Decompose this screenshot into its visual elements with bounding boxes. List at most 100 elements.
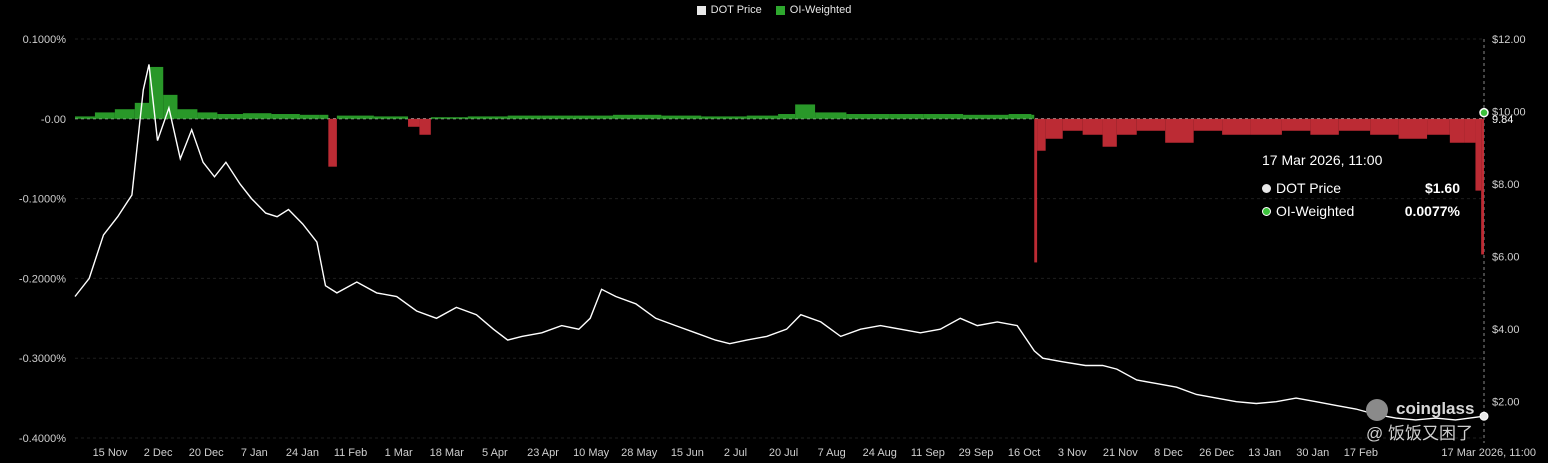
oi-weighted-bar xyxy=(778,114,796,119)
oi-weighted-bar xyxy=(1427,118,1450,135)
left-tick-label: -0.4000% xyxy=(19,433,66,445)
oi-weighted-bar xyxy=(1370,118,1399,135)
right-tick-label: $8.00 xyxy=(1492,179,1520,191)
x-tick-label: 28 May xyxy=(621,447,658,459)
chart-canvas[interactable]: 0.1000% -0.00 -0.1000% -0.2000% -0.3000% -0.4… xyxy=(0,0,1548,463)
oi-weighted-bar xyxy=(1116,118,1137,135)
x-tick-label: 20 Dec xyxy=(189,447,224,459)
tooltip-row-oi-weighted: OI-Weighted 0.0077% xyxy=(1262,203,1460,219)
oi-weighted-bar xyxy=(815,112,847,119)
oi-weighted-bar xyxy=(149,66,164,119)
oi-weighted-bar xyxy=(242,113,272,119)
oi-weighted-bar xyxy=(1475,118,1482,191)
oi-weighted-bar xyxy=(1250,118,1282,135)
right-tick-label: $2.00 xyxy=(1492,397,1520,409)
oi-weighted-bar xyxy=(1222,118,1251,135)
oi-weighted-bar xyxy=(1062,118,1083,131)
left-tick-label: -0.3000% xyxy=(19,353,66,365)
oi-weighted-bar xyxy=(1481,118,1484,255)
x-tick-label: 1 Mar xyxy=(385,447,413,459)
oi-weighted-bar xyxy=(408,118,420,127)
right-tick-label: $6.00 xyxy=(1492,252,1520,264)
oi-weighted-bar xyxy=(1045,118,1063,139)
x-tick-label: 2 Jul xyxy=(724,447,747,459)
x-tick-label: 17 Feb xyxy=(1344,447,1378,459)
oi-weighted-bar xyxy=(94,112,115,119)
oi-weighted-bar xyxy=(419,118,431,135)
oi-weighted-bar xyxy=(1310,118,1339,135)
left-tick-label: -0.2000% xyxy=(19,273,66,285)
oi-weighted-bar xyxy=(889,114,924,119)
x-tick-label: 29 Sep xyxy=(959,447,994,459)
oi-weighted-bar xyxy=(661,115,702,119)
oi-weighted-bar xyxy=(1165,118,1194,143)
watermark-sub: @ 饭饭又困了 xyxy=(1366,424,1473,443)
tooltip-label-oi-weighted: OI-Weighted xyxy=(1276,203,1355,219)
x-tick-label: 23 Apr xyxy=(527,447,559,459)
oi-weighted-bar xyxy=(319,114,329,119)
oi-weighted-bar xyxy=(114,109,135,119)
oi-weighted-bar xyxy=(197,112,218,119)
dot-price-marker xyxy=(1479,411,1489,421)
oi-weighted-bar xyxy=(1338,118,1371,131)
x-tick-label: 2 Dec xyxy=(144,447,173,459)
x-tick-label: 13 Jan xyxy=(1248,447,1281,459)
oi-weighted-bar xyxy=(399,116,409,119)
tooltip-dot-oi-weighted xyxy=(1262,206,1271,216)
x-tick-label: 24 Aug xyxy=(863,447,897,459)
oi-weighted-marker xyxy=(1479,107,1489,118)
oi-weighted-bar xyxy=(701,116,747,119)
oi-weighted-bar xyxy=(1031,114,1035,119)
oi-weighted-bar xyxy=(217,114,243,119)
x-tick-label: 5 Apr xyxy=(482,447,508,459)
oi-weighted-bar xyxy=(299,114,320,119)
oi-weighted-bar xyxy=(573,115,613,119)
tooltip-dot-price xyxy=(1262,183,1271,193)
oi-weighted-bar xyxy=(336,115,374,119)
chart-tooltip: 17 Mar 2026, 11:00 DOT Price $1.60 OI-We… xyxy=(1262,152,1460,226)
x-tick-label: 15 Jun xyxy=(671,447,704,459)
oi-weighted-bar xyxy=(846,114,890,119)
x-tick-label: 17 Mar 2026, 11:00 xyxy=(1441,447,1536,459)
oi-weighted-bar xyxy=(795,104,816,119)
x-tick-label: 7 Jan xyxy=(241,447,268,459)
oi-weighted-bar xyxy=(612,114,662,119)
coinglass-logo-icon xyxy=(1366,399,1388,421)
tooltip-row-price: DOT Price $1.60 xyxy=(1262,180,1460,196)
oi-weighted-bar xyxy=(963,114,1009,119)
x-tick-label: 20 Jul xyxy=(769,447,798,459)
left-tick-label: -0.1000% xyxy=(19,194,66,206)
oi-weighted-bar xyxy=(373,116,400,119)
x-tick-label: 18 Mar xyxy=(430,447,465,459)
right-tick-label: $4.00 xyxy=(1492,324,1520,336)
oi-weighted-bar xyxy=(75,116,95,119)
left-tick-label: -0.00 xyxy=(41,114,66,126)
oi-weighted-bar xyxy=(923,114,964,119)
x-tick-label: 21 Nov xyxy=(1103,447,1138,459)
oi-weighted-bar xyxy=(1281,118,1311,131)
oi-weighted-bar xyxy=(1398,118,1428,139)
oi-weighted-bar xyxy=(1082,118,1103,135)
x-tick-label: 15 Nov xyxy=(93,447,128,459)
oi-weighted-bar xyxy=(467,116,508,119)
tooltip-value-oi-weighted: 0.0077% xyxy=(1404,203,1460,219)
tooltip-value-price: $1.60 xyxy=(1424,180,1460,196)
left-tick-label: 0.1000% xyxy=(23,34,67,46)
x-tick-label: 7 Aug xyxy=(818,447,846,459)
oi-weighted-bar xyxy=(271,114,300,119)
current-value-label: 9.84 xyxy=(1492,114,1513,126)
oi-weighted-bar xyxy=(746,115,779,119)
x-tick-label: 11 Feb xyxy=(334,447,367,459)
tooltip-label-price: DOT Price xyxy=(1276,180,1342,196)
oi-weighted-bar xyxy=(328,118,337,167)
oi-weighted-bar xyxy=(1008,114,1032,119)
oi-weighted-bar xyxy=(1136,118,1166,131)
oi-weighted-bar xyxy=(1102,118,1117,147)
oi-weighted-bar xyxy=(1034,118,1038,263)
oi-weighted-bar xyxy=(507,115,542,119)
x-tick-label: 24 Jan xyxy=(286,447,319,459)
x-tick-label: 10 May xyxy=(573,447,610,459)
x-tick-label: 26 Dec xyxy=(1199,447,1234,459)
x-tick-label: 8 Dec xyxy=(1154,447,1183,459)
x-tick-label: 30 Jan xyxy=(1296,447,1329,459)
